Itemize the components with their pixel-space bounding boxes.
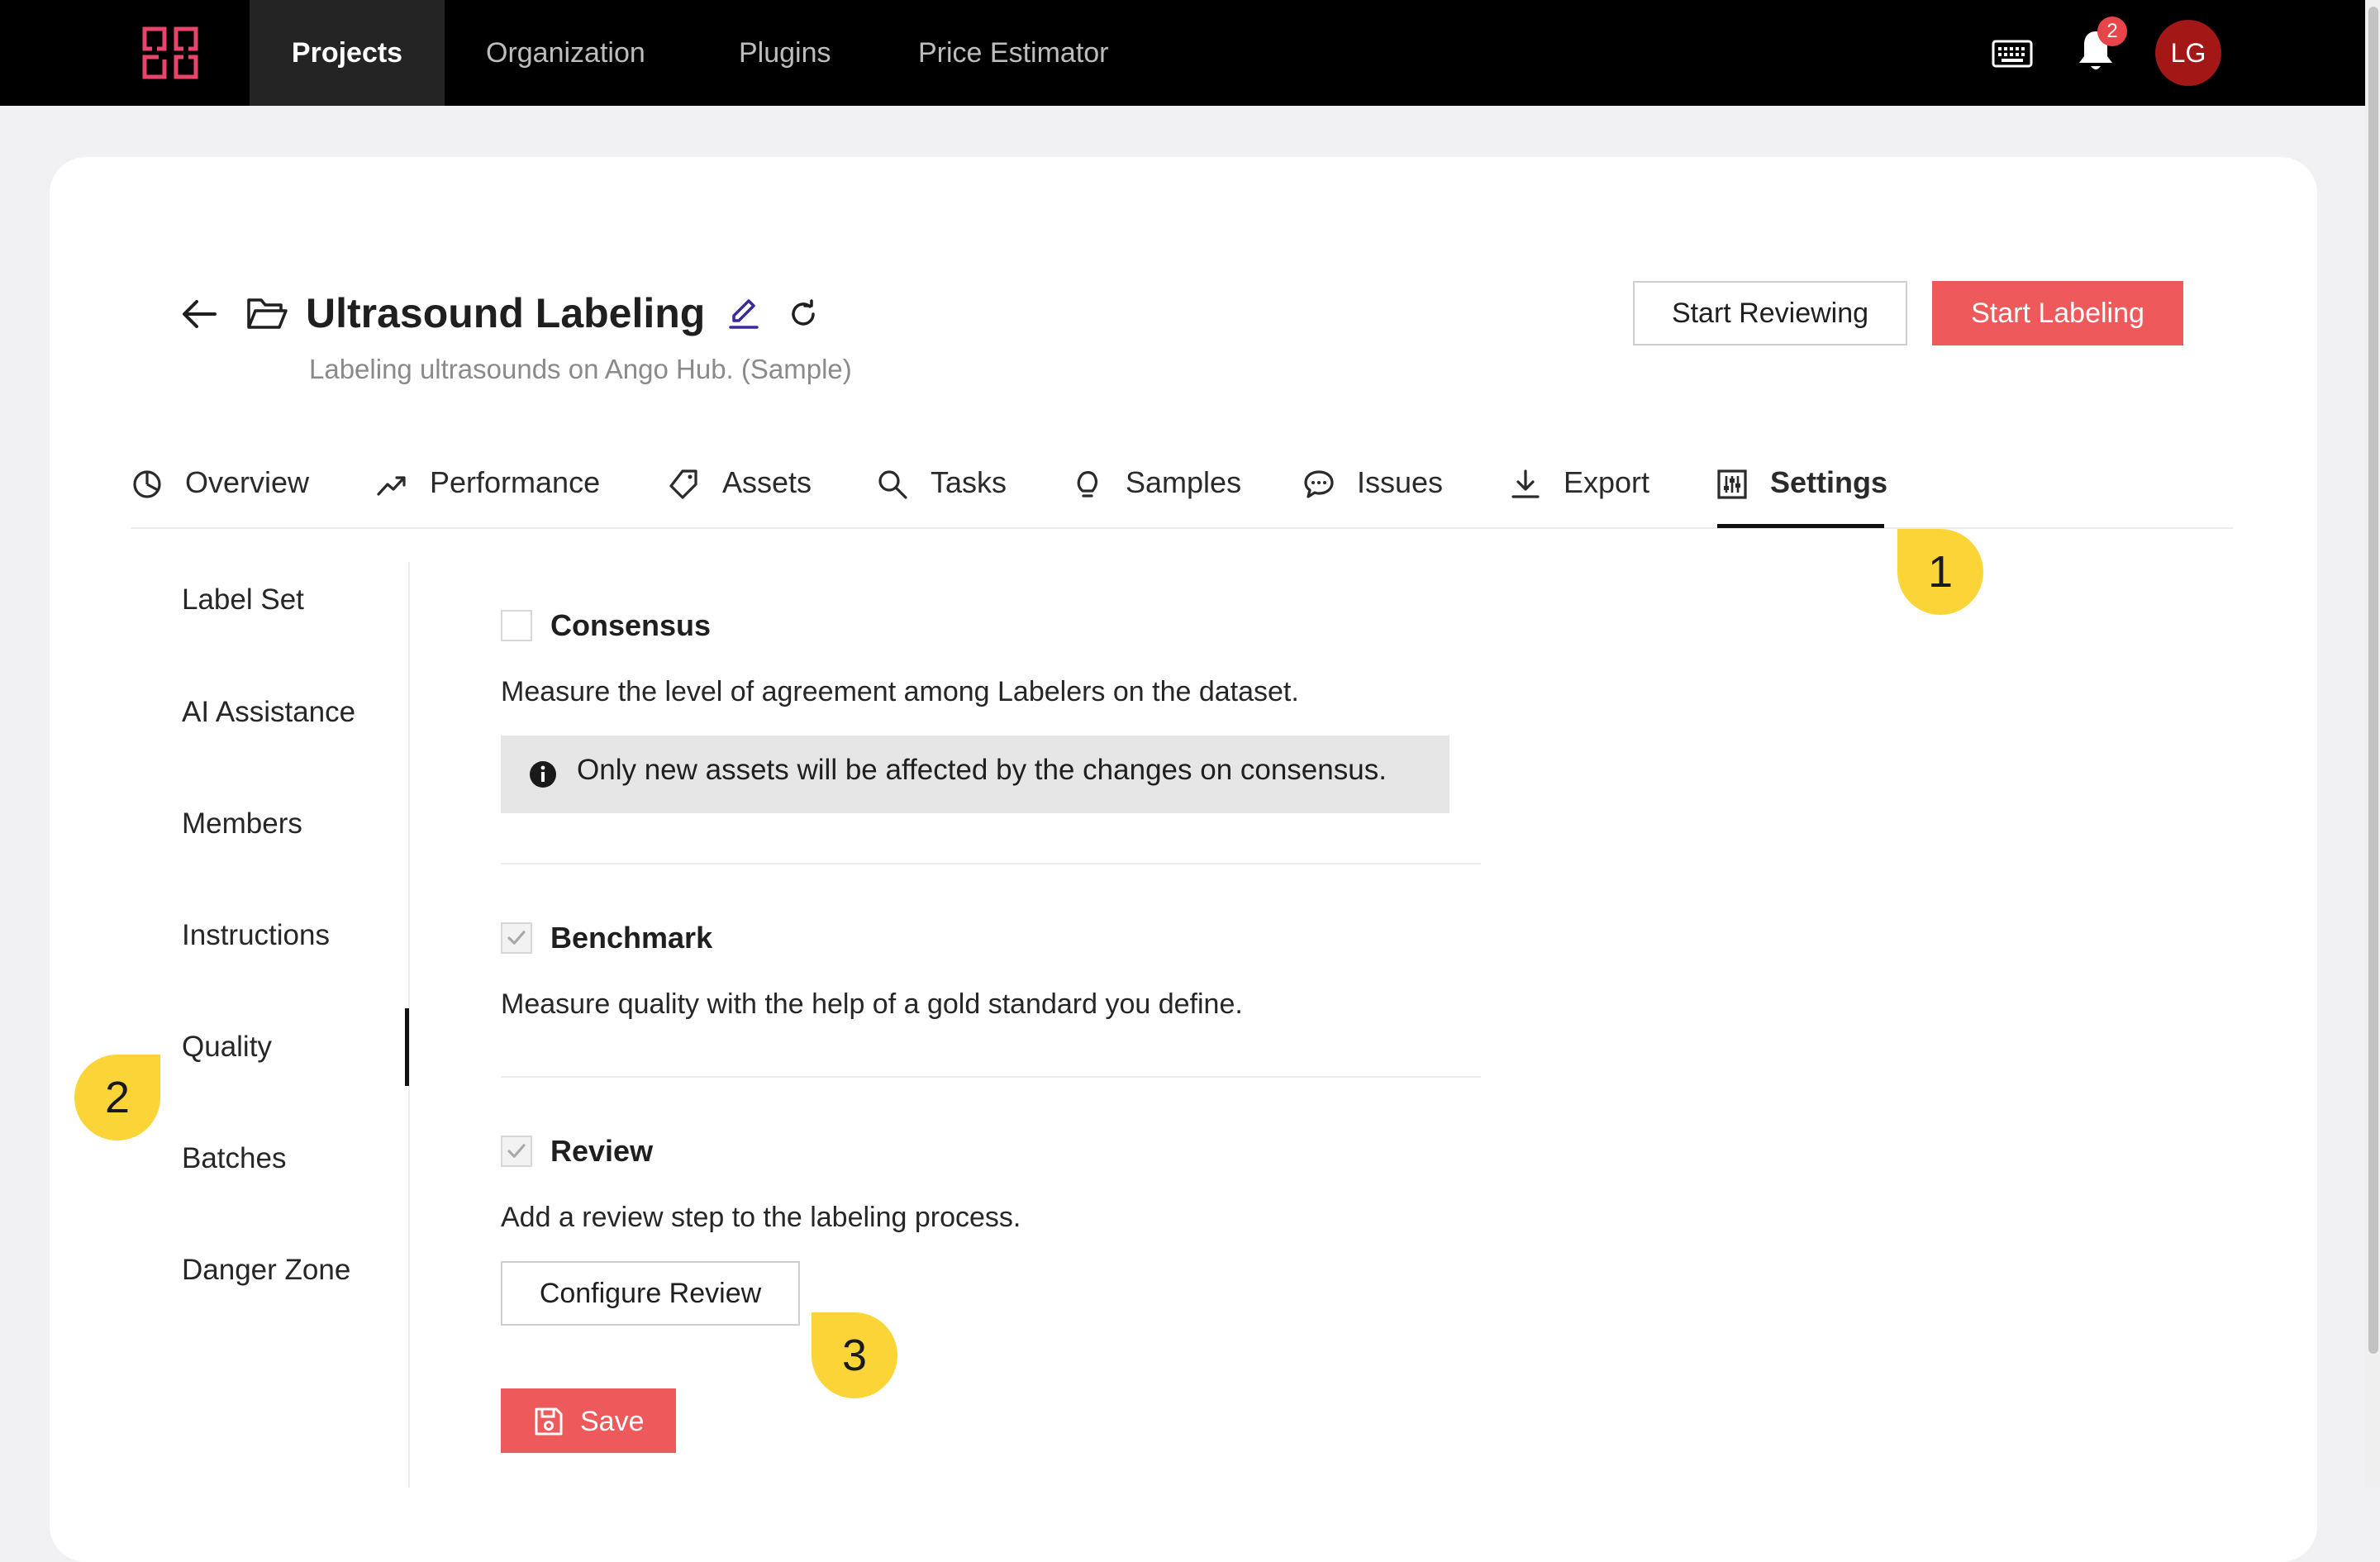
user-avatar[interactable]: LG (2155, 20, 2221, 86)
callout-number: 1 (1927, 547, 1954, 597)
settings-menu-quality[interactable]: Quality (182, 1031, 272, 1064)
consensus-description: Measure the level of agreement among Lab… (501, 676, 1299, 707)
settings-menu-batches[interactable]: Batches (182, 1142, 286, 1175)
keyboard-icon[interactable] (1992, 40, 2033, 68)
callout-number: 3 (841, 1331, 868, 1380)
checkmark-icon (507, 931, 526, 945)
tab-performance-label: Performance (430, 465, 601, 499)
pie-chart-icon (133, 470, 161, 498)
callout-marker-1: 1 (1897, 529, 1983, 615)
settings-menu-active-indicator (405, 1008, 409, 1086)
start-reviewing-button[interactable]: Start Reviewing (1633, 281, 1907, 345)
benchmark-description: Measure quality with the help of a gold … (501, 988, 1243, 1020)
nav-tab-plugins[interactable]: Plugins (739, 0, 831, 106)
notification-badge: 2 (2097, 17, 2127, 46)
trend-up-icon (377, 476, 406, 496)
project-description: Labeling ultrasounds on Ango Hub. (Sampl… (309, 354, 852, 384)
nav-tab-projects[interactable]: Projects (250, 0, 445, 106)
callout-marker-3: 3 (812, 1312, 897, 1398)
callout-number: 2 (104, 1073, 131, 1122)
benchmark-checkbox[interactable] (501, 922, 532, 954)
consensus-title: Consensus (550, 608, 712, 642)
tab-overview-label: Overview (185, 465, 310, 499)
settings-sliders-icon (1717, 469, 1747, 499)
refresh-icon[interactable] (788, 299, 818, 329)
active-tab-indicator (1717, 524, 1884, 528)
tag-icon (669, 469, 697, 499)
back-arrow-icon[interactable] (182, 299, 217, 329)
checkmark-icon (507, 1144, 526, 1158)
consensus-info-box: Only new assets will be affected by the … (501, 736, 1449, 813)
tab-samples-label: Samples (1126, 465, 1242, 499)
folder-open-icon (247, 298, 288, 329)
settings-menu-ai-assistance[interactable]: AI Assistance (182, 696, 355, 729)
consensus-info-text: Only new assets will be affected by the … (577, 754, 1387, 786)
lightbulb-icon (1077, 471, 1098, 498)
configure-review-button[interactable]: Configure Review (501, 1261, 800, 1326)
section-divider (501, 863, 1481, 864)
top-navigation-bar: Projects Organization Plugins Price Esti… (0, 0, 2365, 106)
consensus-checkbox[interactable] (501, 610, 532, 641)
settings-menu-label-set[interactable]: Label Set (182, 583, 304, 617)
save-button-label: Save (580, 1406, 645, 1437)
chat-icon (1304, 470, 1334, 498)
project-title: Ultrasound Labeling (306, 290, 706, 336)
nav-tab-organization[interactable]: Organization (486, 0, 645, 106)
save-icon (535, 1407, 563, 1436)
download-icon (1511, 469, 1540, 498)
tab-export-label: Export (1564, 465, 1650, 499)
tab-tasks-label: Tasks (931, 465, 1007, 499)
start-labeling-button[interactable]: Start Labeling (1932, 281, 2183, 345)
tab-issues-label: Issues (1357, 465, 1444, 499)
scrollbar-track[interactable] (2365, 0, 2380, 1488)
review-title: Review (550, 1134, 654, 1168)
review-checkbox[interactable] (501, 1136, 532, 1167)
info-icon (530, 761, 556, 788)
benchmark-title: Benchmark (550, 921, 713, 955)
scrollbar-thumb[interactable] (2368, 7, 2378, 1354)
tab-assets-label: Assets (722, 465, 812, 499)
callout-marker-2: 2 (74, 1055, 160, 1141)
tab-settings-label: Settings (1770, 465, 1888, 499)
settings-menu-members[interactable]: Members (182, 807, 302, 841)
review-description: Add a review step to the labeling proces… (501, 1202, 1021, 1233)
nav-tab-price-estimator[interactable]: Price Estimator (918, 0, 1109, 106)
settings-menu-instructions[interactable]: Instructions (182, 919, 330, 952)
ango-hub-logo[interactable] (142, 26, 198, 79)
settings-menu-danger-zone[interactable]: Danger Zone (182, 1254, 350, 1287)
search-icon (878, 470, 907, 499)
section-divider (501, 1076, 1481, 1078)
save-button[interactable]: Save (501, 1388, 676, 1453)
edit-pencil-icon[interactable] (727, 296, 760, 331)
